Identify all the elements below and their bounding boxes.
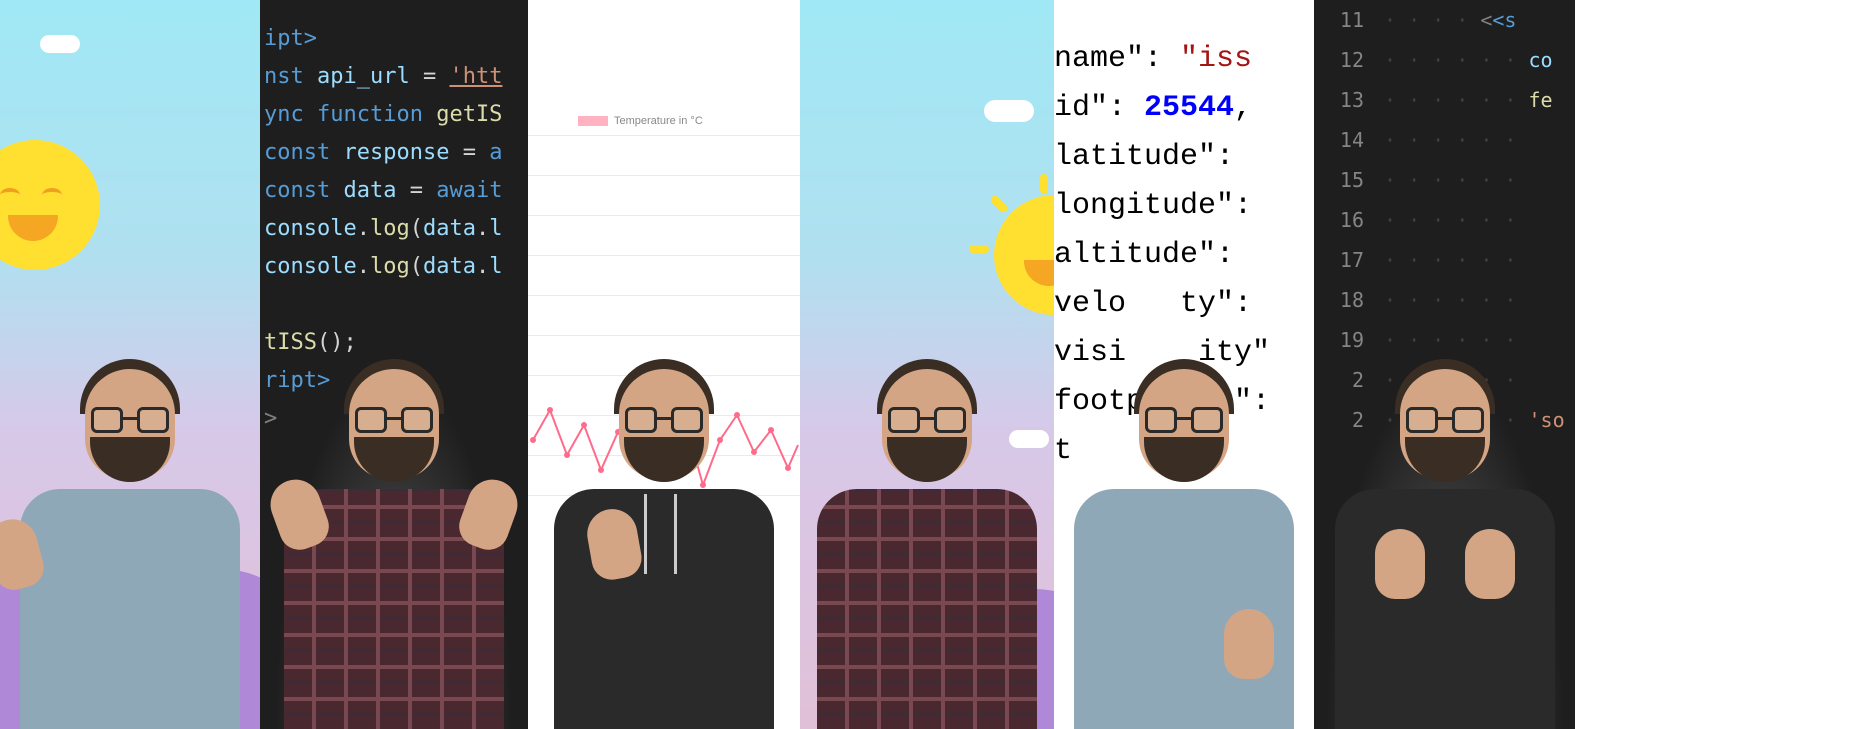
sun-icon [994, 195, 1054, 325]
code-line: ipt> [260, 20, 528, 58]
cloud-icon [40, 35, 80, 53]
thumbnail-strip: ipt> nst api_url = 'htt ync function get… [0, 0, 1875, 729]
code-line: const data = await [260, 172, 528, 210]
code-line: const response = a [260, 134, 528, 172]
code-line: ync function getIS [260, 96, 528, 134]
panel-chart: Temperature in °C [528, 0, 800, 729]
sun-icon [0, 140, 110, 280]
json-line: altitude": [1054, 231, 1314, 280]
json-line: id": 25544, [1054, 84, 1314, 133]
chart-legend: Temperature in °C [578, 115, 703, 127]
json-line: name": "iss [1054, 35, 1314, 84]
presenter [1315, 329, 1575, 729]
json-line: longitude": [1054, 182, 1314, 231]
presenter [1054, 329, 1314, 729]
panel-json: name": "iss id": 25544, latitude": longi… [1054, 0, 1314, 729]
presenter [534, 329, 794, 729]
code-line: nst api_url = 'htt [260, 58, 528, 96]
cloud-icon [984, 100, 1034, 122]
panel-code-dark: ipt> nst api_url = 'htt ync function get… [260, 0, 528, 729]
panel-sky-2 [800, 0, 1054, 729]
panel-editor-dark: 11121314151617181922 · · · · <<s · · · ·… [1314, 0, 1575, 729]
code-line: console.log(data.l [260, 210, 528, 248]
presenter [264, 329, 524, 729]
presenter [0, 329, 260, 729]
json-line: latitude": [1054, 133, 1314, 182]
panel-sky-1 [0, 0, 260, 729]
code-line: console.log(data.l [260, 248, 528, 286]
json-line: veloxxxty": [1054, 280, 1314, 329]
presenter [800, 329, 1054, 729]
